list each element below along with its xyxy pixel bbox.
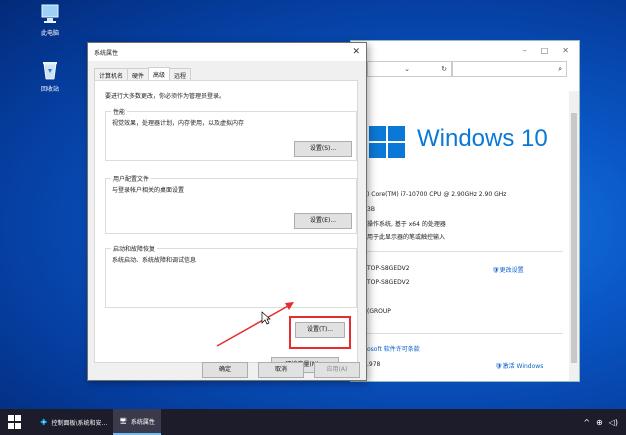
- control-panel-icon: 💠: [40, 418, 48, 426]
- os-version: 10: [521, 125, 548, 152]
- admin-note: 要进行大多数更改，你必须作为管理员登录。: [105, 93, 226, 100]
- maximize-icon[interactable]: □: [541, 46, 549, 55]
- profiles-settings-button[interactable]: 设置(E)...: [294, 213, 352, 229]
- shield-icon: 🛡: [492, 267, 500, 274]
- change-settings-link[interactable]: 🛡更改设置: [492, 265, 524, 274]
- product-id-value: .978: [367, 361, 381, 368]
- desktop-icon-this-pc[interactable]: 此电脑: [33, 4, 67, 37]
- scrollbar[interactable]: [569, 91, 579, 381]
- computer-icon: [41, 4, 59, 23]
- taskbar-item-label: 系统属性: [130, 418, 155, 426]
- close-icon[interactable]: ✕: [562, 46, 569, 55]
- full-name-value: TOP-S8GEDV2: [367, 279, 410, 286]
- system-properties-dialog: 系统属性 ✕ 计算机名 硬件 高级 远程 要进行大多数更改，你必须作为管理员登录…: [87, 42, 367, 381]
- search-icon: ⌕: [558, 65, 562, 73]
- performance-settings-button[interactable]: 设置(S)...: [294, 141, 352, 157]
- desktop-icon-recycle-bin[interactable]: 回收站: [33, 60, 67, 93]
- chevron-up-icon[interactable]: ^: [583, 418, 590, 427]
- start-button-icon[interactable]: [8, 415, 22, 429]
- taskbar: 💠 控制面板\系统和安... 🖥 系统属性 ^ ⊕ ◁): [0, 409, 626, 435]
- taskbar-item-control-panel[interactable]: 💠 控制面板\系统和安...: [34, 409, 113, 435]
- mouse-cursor-icon: [261, 311, 271, 325]
- recycle-bin-icon: [43, 62, 57, 80]
- group-description: 视觉效果，处理器计划，内存使用，以及虚拟内存: [112, 120, 245, 127]
- scrollbar-thumb[interactable]: [571, 113, 577, 363]
- group-title: 启动和故障恢复: [111, 244, 158, 253]
- user-profiles-group: 用户配置文件 与登录帐户相关的桌面设置 设置(E)...: [105, 174, 357, 234]
- dialog-titlebar: 系统属性 ✕: [88, 43, 366, 61]
- system-tray: ^ ⊕ ◁): [583, 418, 626, 427]
- license-terms-link[interactable]: osoft 软件许可条款: [367, 344, 420, 353]
- group-title: 用户配置文件: [111, 174, 152, 183]
- window-controls: – □ ✕: [351, 41, 579, 59]
- divider: [367, 251, 563, 252]
- system-properties-icon: 🖥: [119, 417, 127, 425]
- advanced-panel: 要进行大多数更改，你必须作为管理员登录。 性能 视觉效果，处理器计划，内存使用，…: [94, 80, 358, 373]
- system-type-value: 操作系统, 基于 x64 的处理器: [367, 221, 446, 228]
- cpu-value: ) Core(TM) i7-10700 CPU @ 2.90GHz 2.90 G…: [367, 191, 507, 198]
- group-description: 与登录帐户相关的桌面设置: [112, 187, 185, 194]
- windows-logo-icon: [369, 126, 405, 158]
- network-icon[interactable]: ⊕: [596, 418, 603, 427]
- refresh-icon[interactable]: ↻: [441, 65, 447, 73]
- windows-edition-logo: Windows 10: [417, 125, 548, 153]
- shield-icon: 🛡: [495, 363, 503, 370]
- workgroup-value: (GROUP: [367, 308, 391, 315]
- taskbar-item-system-properties[interactable]: 🖥 系统属性: [113, 409, 161, 435]
- ok-button[interactable]: 确定: [202, 362, 248, 378]
- computer-name-value: TOP-S8GEDV2: [367, 265, 410, 272]
- performance-group: 性能 视觉效果，处理器计划，内存使用，以及虚拟内存 设置(S)...: [105, 107, 357, 161]
- group-title: 性能: [111, 107, 128, 116]
- cancel-button[interactable]: 取消: [258, 362, 304, 378]
- divider: [367, 333, 563, 334]
- close-icon[interactable]: ✕: [352, 47, 360, 57]
- os-brand: Windows: [417, 125, 515, 152]
- chevron-down-icon[interactable]: ⌄: [404, 65, 410, 73]
- address-bar[interactable]: ⌄ ↻: [367, 61, 453, 77]
- volume-icon[interactable]: ◁): [609, 418, 618, 427]
- highlight-box: [289, 316, 351, 349]
- startup-recovery-group: 启动和故障恢复 系统启动、系统故障和调试信息: [105, 244, 357, 308]
- apply-button[interactable]: 应用(A): [314, 362, 360, 378]
- ram-value: 3B: [367, 206, 375, 213]
- search-input[interactable]: ⌕: [451, 61, 567, 77]
- desktop-icon-label: 此电脑: [40, 30, 59, 37]
- activate-windows-link[interactable]: 🛡激活 Windows: [495, 361, 543, 370]
- group-description: 系统启动、系统故障和调试信息: [112, 257, 197, 264]
- dialog-title: 系统属性: [94, 49, 119, 57]
- desktop-icon-label: 回收站: [40, 86, 59, 93]
- control-panel-window: – □ ✕ ⌄ ↻ ⌕ Windows 10 ) Core(TM) i7-107…: [350, 40, 580, 382]
- taskbar-item-label: 控制面板\系统和安...: [51, 419, 108, 427]
- pen-touch-value: 用于此显示器的笔或触控输入: [367, 234, 446, 241]
- minimize-icon[interactable]: –: [523, 46, 527, 55]
